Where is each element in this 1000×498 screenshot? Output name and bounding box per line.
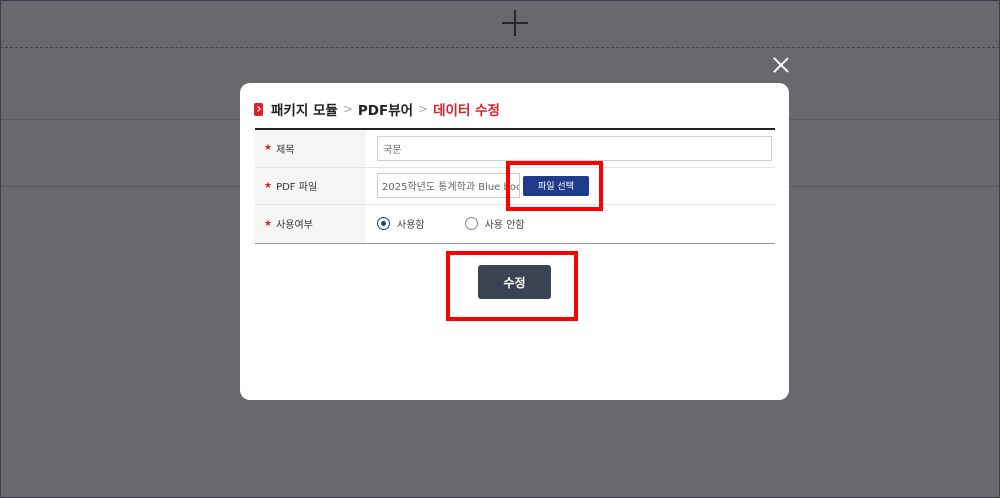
form-row-usage: ★ 사용여부 사용함 사용 안함 <box>255 205 775 243</box>
radio-checked-icon[interactable] <box>377 217 390 231</box>
file-select-button[interactable]: 파일 선택 <box>523 175 589 196</box>
pdf-field-cell: 2025학년도 통계학과 Blue boo 파일 선택 <box>366 168 775 205</box>
edit-form: ★ 제목 국문 ★ PDF 파일 2025학년도 통계학과 Blue boo 파… <box>255 128 775 244</box>
breadcrumb: 패키지 모듈 > PDF뷰어 > 데이터 수정 <box>254 99 500 119</box>
chevron-right-icon <box>254 102 263 116</box>
form-row-title: ★ 제목 국문 <box>255 130 775 168</box>
edit-data-modal: 패키지 모듈 > PDF뷰어 > 데이터 수정 ★ 제목 국문 ★ PDF 파일… <box>240 83 789 400</box>
usage-radio-use[interactable]: 사용함 <box>377 216 425 231</box>
breadcrumb-item-active: 데이터 수정 <box>433 103 500 119</box>
breadcrumb-item-package-module: 패키지 모듈 <box>271 103 338 119</box>
submit-button[interactable]: 수정 <box>478 265 551 299</box>
usage-label: ★ 사용여부 <box>255 205 366 243</box>
usage-radio-not-use[interactable]: 사용 안함 <box>464 216 525 231</box>
close-icon[interactable] <box>773 57 789 73</box>
breadcrumb-separator-icon: > <box>418 102 429 116</box>
title-input[interactable]: 국문 <box>377 135 772 161</box>
usage-field-cell: 사용함 사용 안함 <box>366 205 775 243</box>
pdf-file-input[interactable]: 2025학년도 통계학과 Blue boo <box>377 173 520 199</box>
title-label: ★ 제목 <box>255 130 366 167</box>
breadcrumb-item-pdf-viewer: PDF뷰어 <box>357 103 414 119</box>
required-icon: ★ <box>264 180 273 191</box>
radio-unchecked-icon[interactable] <box>464 217 478 231</box>
title-field-cell: 국문 <box>366 130 775 167</box>
breadcrumb-separator-icon: > <box>342 102 353 116</box>
form-row-pdf: ★ PDF 파일 2025학년도 통계학과 Blue boo 파일 선택 <box>255 167 775 205</box>
pdf-label: ★ PDF 파일 <box>255 167 366 204</box>
required-icon: ★ <box>264 143 273 154</box>
required-icon: ★ <box>264 218 273 229</box>
